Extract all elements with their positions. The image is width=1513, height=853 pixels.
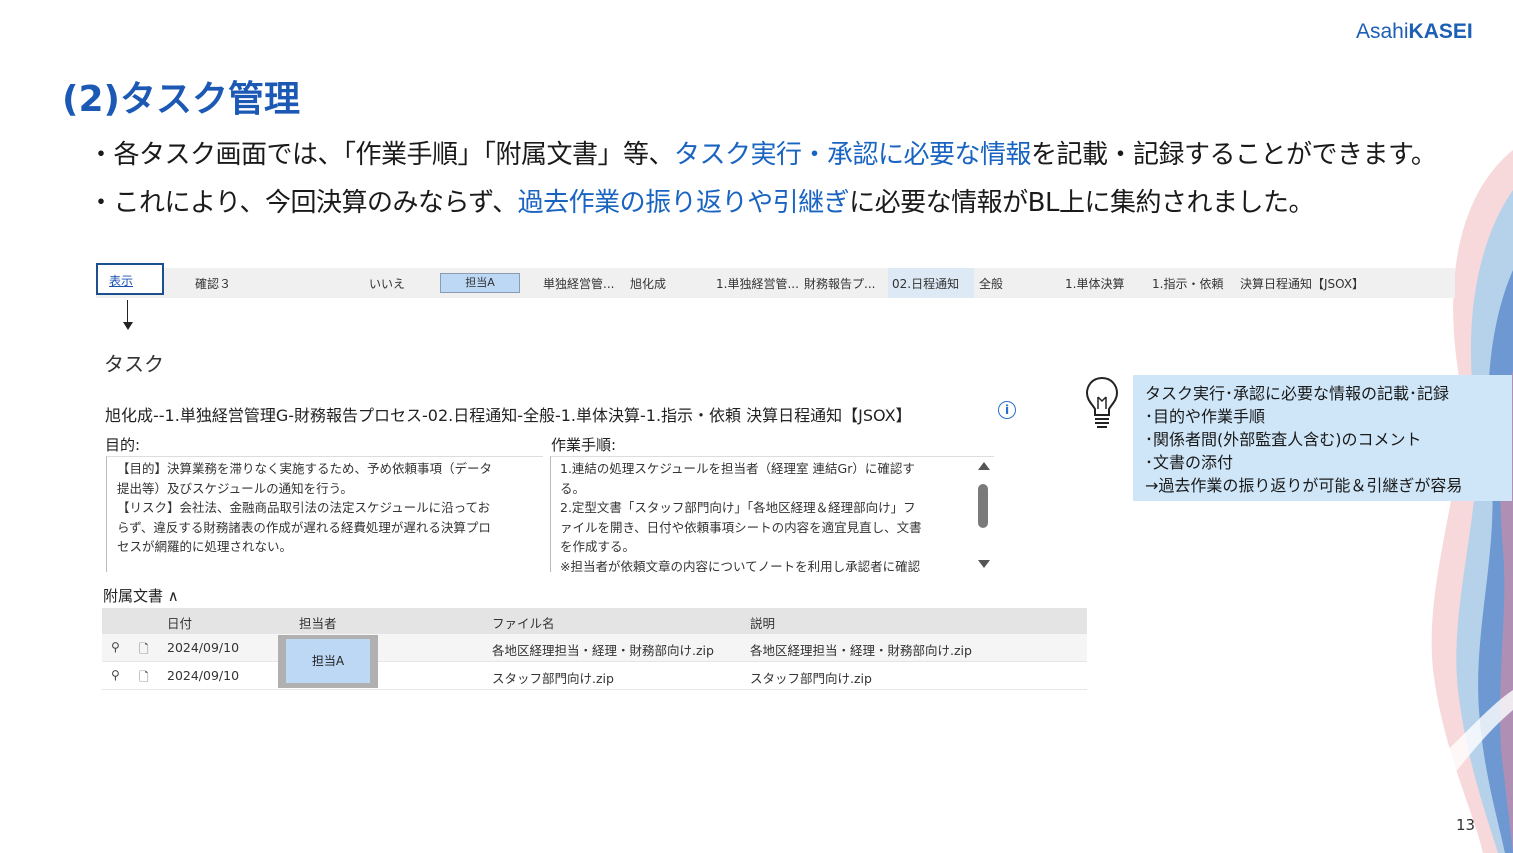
scroll-thumb[interactable] xyxy=(978,484,988,528)
bullet-2-highlight: 過去作業の振り返りや引継ぎ xyxy=(517,188,850,218)
task-heading: タスク xyxy=(104,352,164,376)
purpose-label: 目的: xyxy=(105,436,141,454)
table-header: 日付 担当者 ファイル名 説明 xyxy=(102,608,1087,634)
row-description: 各地区経理担当・経理・財務部向け.zip xyxy=(750,643,972,658)
scroll-down-icon[interactable] xyxy=(978,560,990,568)
purpose-textarea[interactable]: 【目的】決算業務を滞りなく実施するため、予め依頼事項（データ 提出等）及びスケジ… xyxy=(106,456,543,572)
attachments-table: 日付 担当者 ファイル名 説明 ⚲ 🗋 2024/09/10 各地区経理担当・経… xyxy=(102,608,1087,690)
page-number: 13 xyxy=(1456,816,1476,834)
chevron-up-icon[interactable]: ∧ xyxy=(168,587,179,605)
status-confirm: 確認３ xyxy=(195,277,232,291)
attachments-heading[interactable]: 附属文書 ∧ xyxy=(103,585,179,606)
info-icon[interactable]: i xyxy=(998,401,1016,419)
table-row[interactable]: ⚲ 🗋 2024/09/10 スタッフ部門向け.zip スタッフ部門向け.zip xyxy=(102,662,1087,690)
cell-process: 財務報告プ... xyxy=(804,277,876,291)
show-link[interactable]: 表示 xyxy=(109,272,133,289)
cell-dept: 単独経営管... xyxy=(543,277,615,291)
cell-instruction: 1.指示・依頼 xyxy=(1152,277,1224,291)
attachment-assignee-block: 担当A xyxy=(278,635,378,688)
flag-no: いいえ xyxy=(369,277,406,291)
scroll-up-icon[interactable] xyxy=(978,462,990,470)
cell-group: 1.単独経営管... xyxy=(716,277,799,291)
asahi-kasei-logo: AsahiKASEI xyxy=(1356,20,1473,43)
document-icon[interactable]: 🗋 xyxy=(139,640,149,661)
task-list-row[interactable]: 表示 確認３ いいえ 担当A 単独経営管... 旭化成 1.単独経営管... 財… xyxy=(96,263,1455,298)
bullet-1: ・各タスク画面では、「作業手順」「附属文書」等、タスク実行・承認に必要な情報を記… xyxy=(88,140,1437,170)
cell-general: 全般 xyxy=(979,277,1004,291)
row-filename[interactable]: 各地区経理担当・経理・財務部向け.zip xyxy=(492,640,714,659)
row-date: 2024/09/10 xyxy=(167,640,240,655)
row-date: 2024/09/10 xyxy=(167,668,240,683)
table-row[interactable]: ⚲ 🗋 2024/09/10 各地区経理担当・経理・財務部向け.zip 各地区経… xyxy=(102,634,1087,662)
note-callout: タスク実行･承認に必要な情報の記載･記録 ･目的や作業手順 ･関係者間(外部監査… xyxy=(1133,375,1512,501)
col-filename[interactable]: ファイル名 xyxy=(492,613,555,632)
cell-schedule: 02.日程通知 xyxy=(892,277,960,291)
cell-task-name: 決算日程通知【JSOX】 xyxy=(1240,277,1365,291)
assignee-chip: 担当A xyxy=(440,273,520,293)
cell-company: 旭化成 xyxy=(630,277,667,291)
decorative-swoosh xyxy=(1423,150,1513,853)
col-description[interactable]: 説明 xyxy=(750,613,775,632)
attachment-assignee: 担当A xyxy=(286,639,370,683)
slide-title: (2)タスク管理 xyxy=(62,79,300,120)
row-filename[interactable]: スタッフ部門向け.zip xyxy=(492,668,614,687)
lightbulb-icon xyxy=(1085,376,1119,428)
row-description: スタッフ部門向け.zip xyxy=(750,671,872,686)
arrow-down-icon xyxy=(123,322,133,330)
search-icon[interactable]: ⚲ xyxy=(111,668,120,682)
document-icon[interactable]: 🗋 xyxy=(139,668,149,689)
steps-label: 作業手順: xyxy=(551,436,617,454)
bullet-1-highlight: タスク実行・承認に必要な情報 xyxy=(674,140,1032,170)
bullet-2: ・これにより、今回決算のみならず、過去作業の振り返りや引継ぎに必要な情報がBL上… xyxy=(88,188,1314,218)
search-icon[interactable]: ⚲ xyxy=(111,640,120,654)
task-full-name: 旭化成--1.単独経営管理G-財務報告プロセス-02.日程通知-全般-1.単体決… xyxy=(105,406,912,425)
steps-scrollbar[interactable] xyxy=(976,462,990,572)
col-assignee[interactable]: 担当者 xyxy=(299,613,337,632)
show-link-box[interactable]: 表示 xyxy=(96,263,164,295)
col-date[interactable]: 日付 xyxy=(167,613,192,632)
steps-textarea[interactable]: 1.連結の処理スケジュールを担当者（経理室 連結Gr）に確認す る。 2.定型文… xyxy=(550,456,994,572)
cell-closing: 1.単体決算 xyxy=(1065,277,1125,291)
